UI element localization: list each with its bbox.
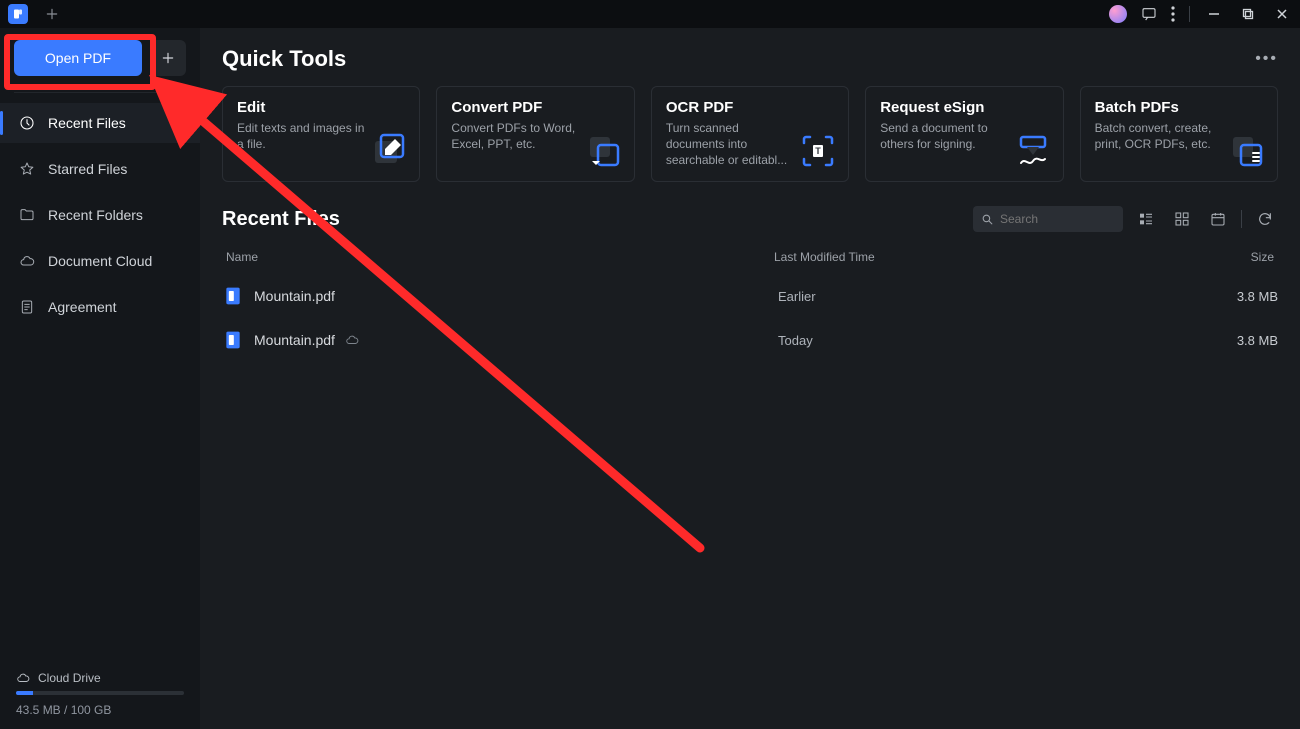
- cloud-icon: [18, 252, 36, 270]
- file-row[interactable]: Mountain.pdf Earlier 3.8 MB: [222, 274, 1278, 318]
- tool-card-desc: Edit texts and images in a file.: [237, 120, 367, 152]
- quick-tools-heading: Quick Tools: [222, 46, 346, 72]
- tool-card-title: Batch PDFs: [1095, 99, 1263, 116]
- tool-card-title: Request eSign: [880, 99, 1048, 116]
- cloud-drive-label: Cloud Drive: [38, 671, 101, 685]
- pdf-file-icon: [222, 329, 244, 351]
- tool-card-convert[interactable]: Convert PDF Convert PDFs to Word, Excel,…: [436, 86, 634, 182]
- tool-card-desc: Convert PDFs to Word, Excel, PPT, etc.: [451, 120, 581, 152]
- edit-icon: [371, 133, 407, 169]
- sidebar-item-recent-files[interactable]: Recent Files: [0, 103, 200, 143]
- column-header-size[interactable]: Size: [1194, 250, 1274, 264]
- sidebar-item-label: Recent Files: [48, 115, 126, 131]
- storage-text: 43.5 MB / 100 GB: [16, 703, 184, 717]
- sidebar-item-starred-files[interactable]: Starred Files: [0, 149, 200, 189]
- storage-bar: [16, 691, 184, 695]
- file-size: 3.8 MB: [1198, 289, 1278, 304]
- tool-card-esign[interactable]: Request eSign Send a document to others …: [865, 86, 1063, 182]
- cloud-badge-icon: [345, 333, 359, 347]
- tool-card-batch[interactable]: Batch PDFs Batch convert, create, print,…: [1080, 86, 1278, 182]
- file-name: Mountain.pdf: [254, 332, 335, 348]
- app-logo-icon: [8, 4, 28, 24]
- new-tab-button[interactable]: [38, 2, 66, 26]
- user-avatar[interactable]: [1109, 5, 1127, 23]
- tool-card-title: Convert PDF: [451, 99, 619, 116]
- plus-icon: [45, 7, 59, 21]
- esign-icon: [1015, 133, 1051, 169]
- document-icon: [18, 298, 36, 316]
- kebab-menu-icon[interactable]: [1171, 6, 1175, 22]
- folder-icon: [18, 206, 36, 224]
- titlebar-divider: [1189, 6, 1190, 22]
- tool-card-edit[interactable]: Edit Edit texts and images in a file.: [222, 86, 420, 182]
- content-area: Quick Tools ••• Edit Edit texts and imag…: [200, 28, 1300, 729]
- clock-icon: [18, 114, 36, 132]
- file-time: Today: [778, 333, 1198, 348]
- quick-tools-more-button[interactable]: •••: [1255, 50, 1278, 68]
- window-minimize-button[interactable]: [1204, 8, 1224, 20]
- file-name: Mountain.pdf: [254, 288, 335, 304]
- pdf-file-icon: [222, 285, 244, 307]
- sidebar-item-label: Document Cloud: [48, 253, 152, 269]
- sidebar-item-document-cloud[interactable]: Document Cloud: [0, 241, 200, 281]
- svg-text:T: T: [815, 146, 821, 156]
- column-header-time[interactable]: Last Modified Time: [774, 250, 1194, 264]
- tool-card-title: Edit: [237, 99, 405, 116]
- convert-icon: [586, 133, 622, 169]
- sidebar-item-label: Recent Folders: [48, 207, 143, 223]
- view-list-button[interactable]: [1133, 206, 1159, 232]
- search-input[interactable]: [1000, 212, 1155, 226]
- cloud-icon: [16, 671, 30, 685]
- file-time: Earlier: [778, 289, 1198, 304]
- sidebar-item-recent-folders[interactable]: Recent Folders: [0, 195, 200, 235]
- tool-card-desc: Turn scanned documents into searchable o…: [666, 120, 796, 169]
- feedback-icon[interactable]: [1141, 6, 1157, 22]
- tool-card-desc: Batch convert, create, print, OCR PDFs, …: [1095, 120, 1225, 152]
- tool-card-desc: Send a document to others for signing.: [880, 120, 1010, 152]
- window-close-button[interactable]: [1272, 8, 1292, 20]
- refresh-button[interactable]: [1252, 206, 1278, 232]
- search-box[interactable]: [973, 206, 1123, 232]
- sidebar-separator: [14, 92, 186, 93]
- open-pdf-plus-button[interactable]: [150, 40, 186, 76]
- table-header-row: Name Last Modified Time Size: [222, 240, 1278, 274]
- recent-files-heading: Recent Files: [222, 208, 340, 231]
- view-grid-button[interactable]: [1169, 206, 1195, 232]
- view-calendar-button[interactable]: [1205, 206, 1231, 232]
- window-maximize-button[interactable]: [1238, 8, 1258, 20]
- sidebar-item-agreement[interactable]: Agreement: [0, 287, 200, 327]
- tool-card-title: OCR PDF: [666, 99, 834, 116]
- sidebar-item-label: Agreement: [48, 299, 116, 315]
- search-icon: [981, 213, 994, 226]
- batch-icon: [1229, 133, 1265, 169]
- sidebar-item-label: Starred Files: [48, 161, 127, 177]
- plus-icon: [161, 51, 175, 65]
- view-separator: [1241, 210, 1242, 228]
- cloud-drive-row[interactable]: Cloud Drive: [16, 671, 184, 685]
- file-size: 3.8 MB: [1198, 333, 1278, 348]
- titlebar: [0, 0, 1300, 28]
- column-header-name[interactable]: Name: [226, 250, 774, 264]
- star-icon: [18, 160, 36, 178]
- sidebar: Open PDF Recent Files Starred Files Rece…: [0, 28, 200, 729]
- open-pdf-button[interactable]: Open PDF: [14, 40, 142, 76]
- file-row[interactable]: Mountain.pdf Today 3.8 MB: [222, 318, 1278, 362]
- tool-card-ocr[interactable]: OCR PDF Turn scanned documents into sear…: [651, 86, 849, 182]
- ocr-icon: T: [800, 133, 836, 169]
